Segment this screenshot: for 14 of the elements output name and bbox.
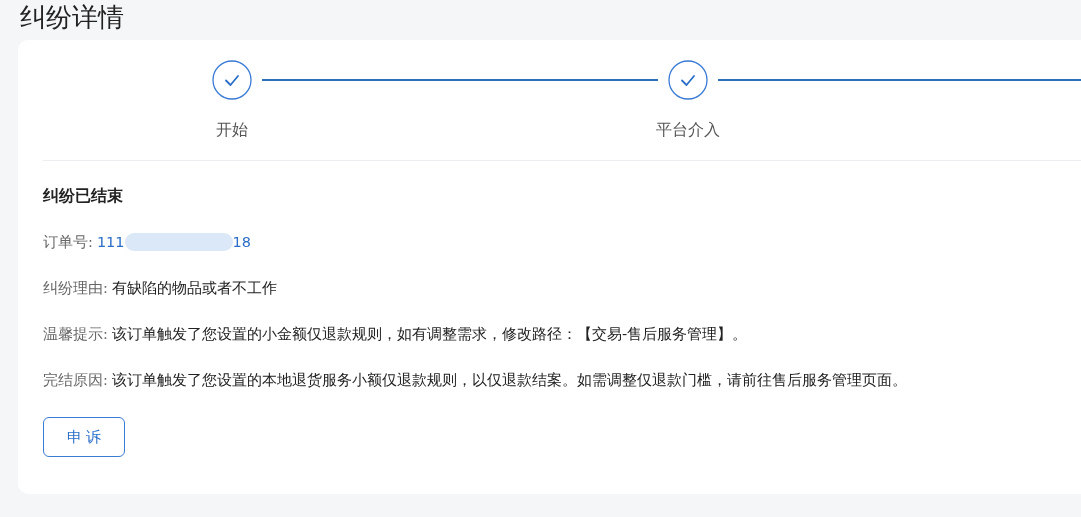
step-label: 平台介入 [656,120,720,140]
step-label: 开始 [216,120,248,140]
field-value: 该订单触发了您设置的本地退货服务小额仅退款规则，以仅退款结案。如需调整仅退款门槛，请前往售后服务管理页面。 [111,371,907,390]
order-number-link[interactable]: 18 [232,231,252,253]
appeal-button[interactable]: 申 诉 [43,417,125,457]
status-heading: 纠纷已结束 [43,185,124,207]
field-label: 纠纷理由: [43,279,108,298]
field-label: 温馨提示: [43,325,108,344]
field-label: 订单号: [43,233,93,252]
page-title: 纠纷详情 [20,1,125,34]
field-label: 完结原因: [43,371,108,390]
field-value: 该订单触发了您设置的小金额仅退款规则，如有调整需求，修改路径：【交易-售后服务管理】。 [111,325,748,344]
field-value: 有缺陷的物品或者不工作 [111,279,277,298]
order-number-link[interactable]: 111 [96,231,125,253]
